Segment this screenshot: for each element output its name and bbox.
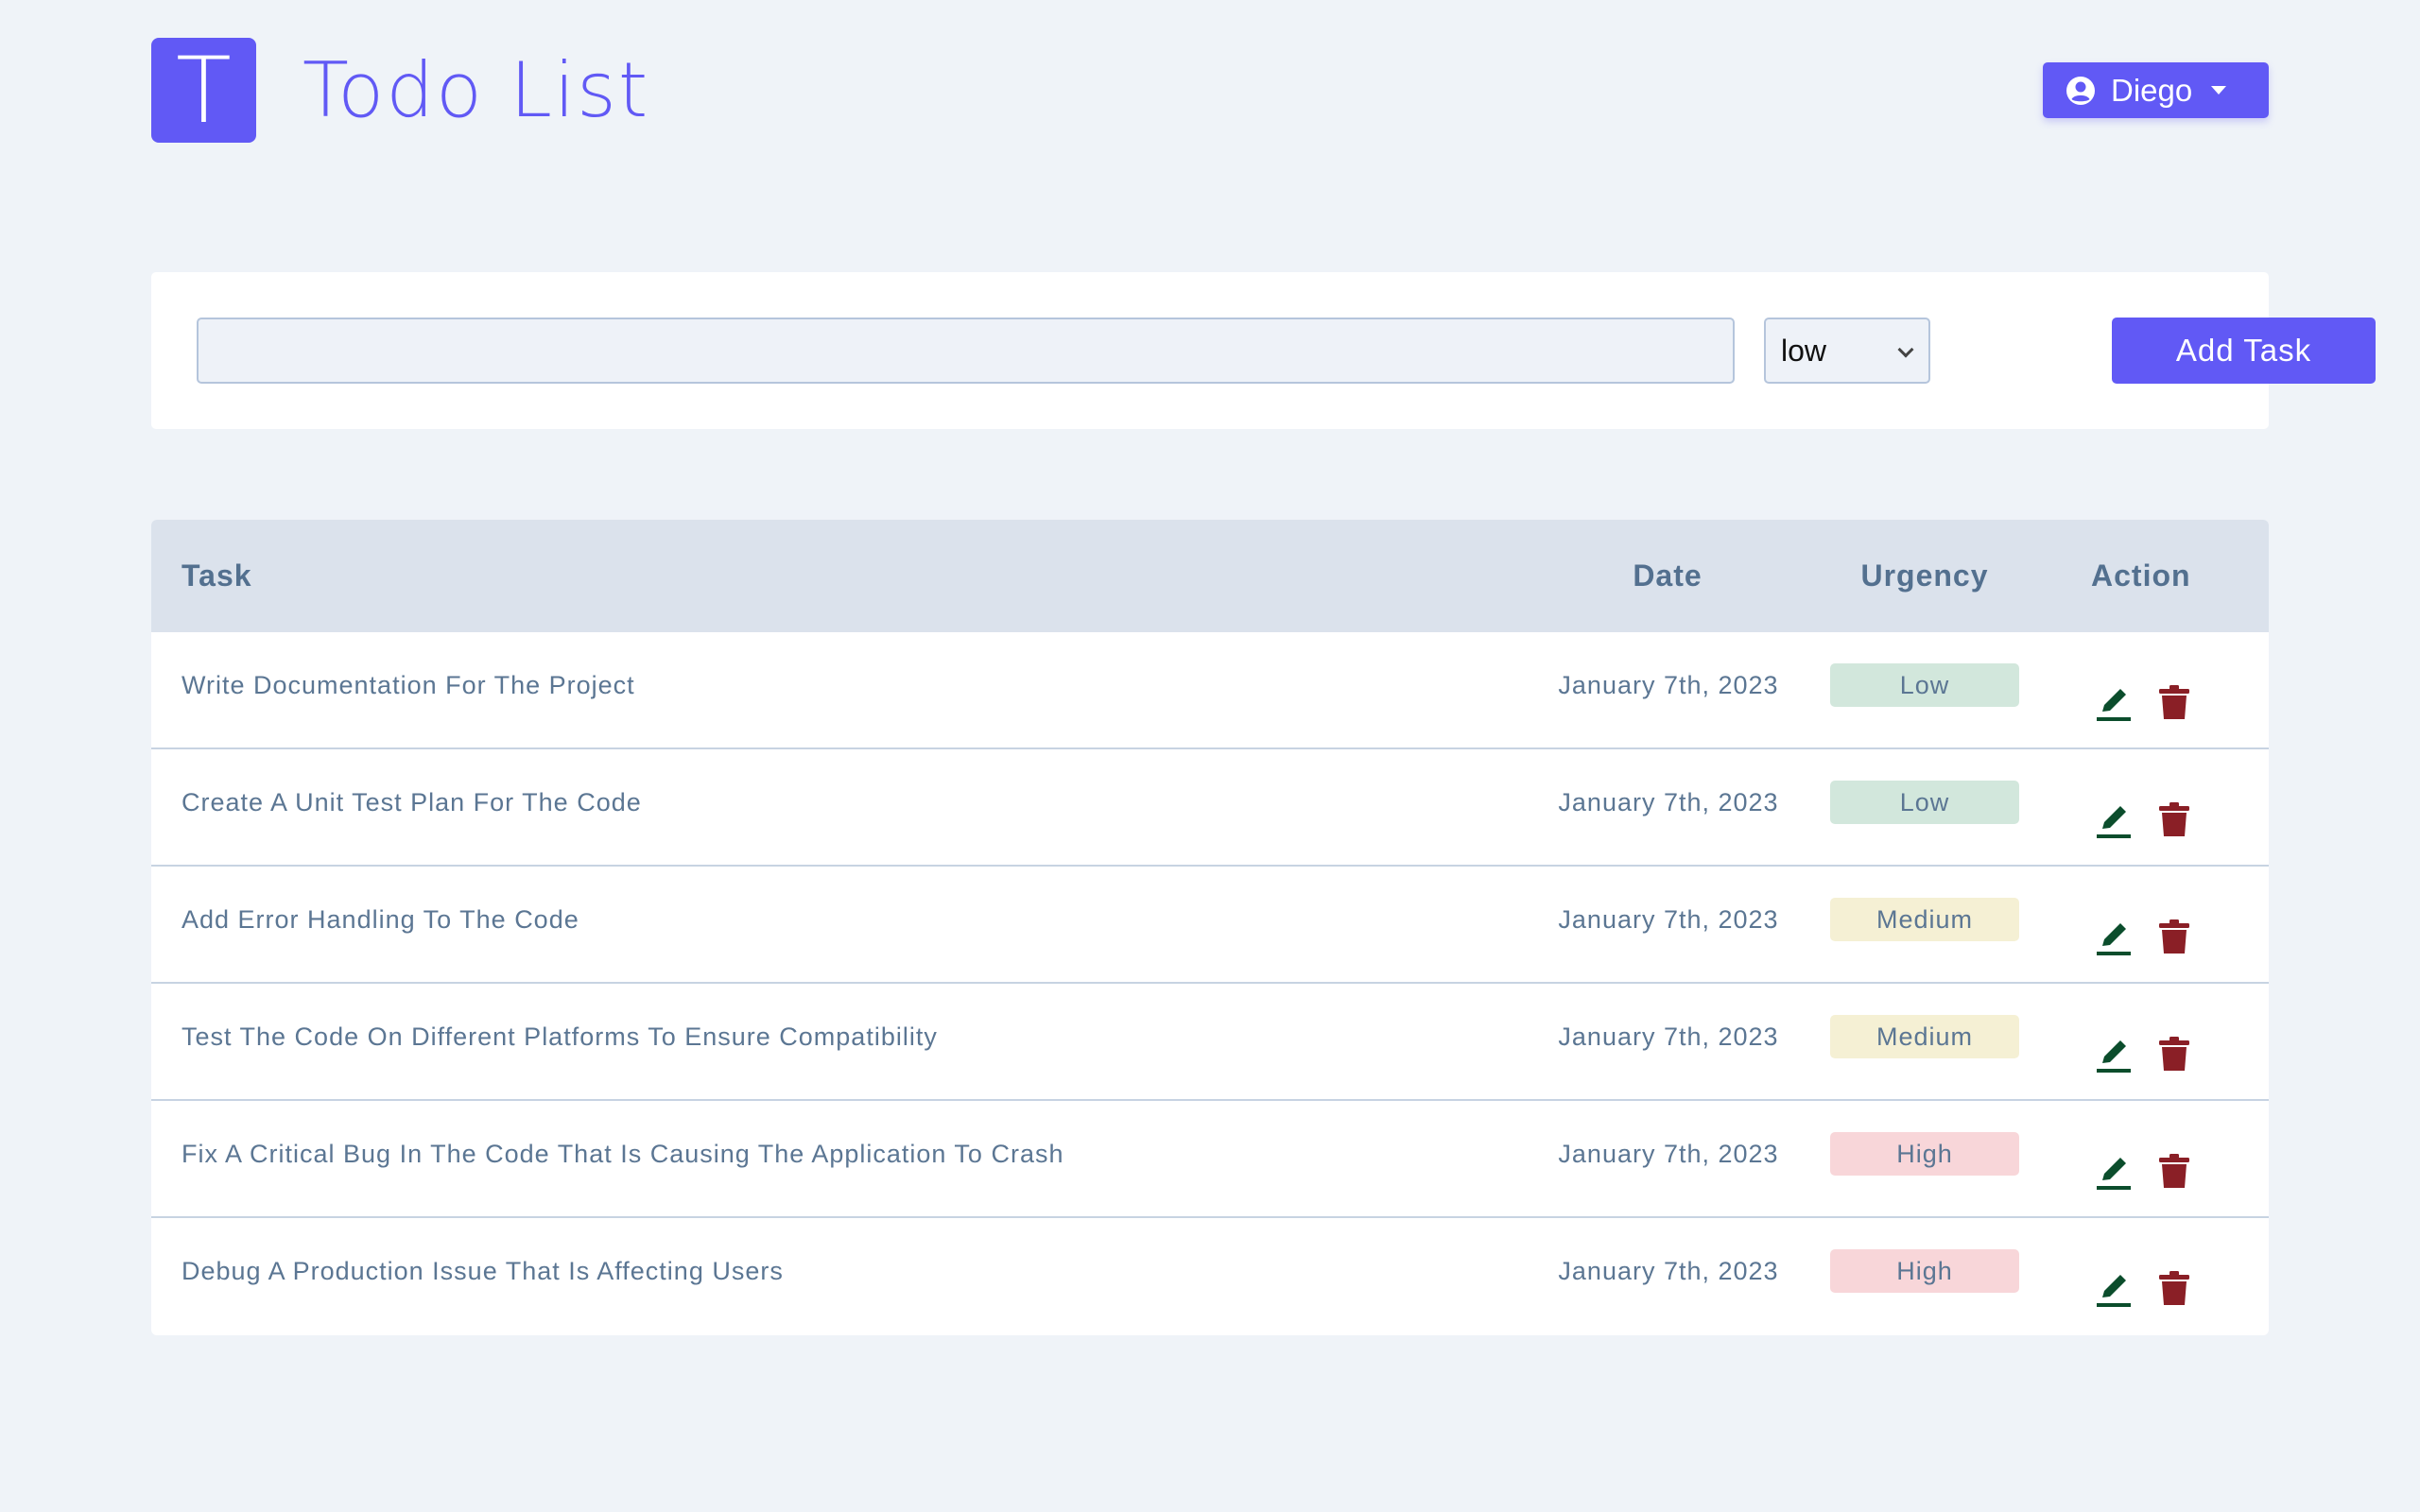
action-cell <box>2095 1112 2193 1229</box>
action-cell <box>2095 761 2193 878</box>
pencil-icon <box>2097 1158 2131 1190</box>
task-input[interactable] <box>197 318 1735 384</box>
pencil-icon <box>2097 923 2131 955</box>
column-header-date: Date <box>1633 558 1703 593</box>
task-date: January 7th, 2023 <box>1558 904 1779 934</box>
pencil-icon <box>2097 1275 2131 1307</box>
task-table: Task Date Urgency Action Write Documenta… <box>151 520 2269 1335</box>
logo-letter: T <box>176 37 232 144</box>
table-row: Create A Unit Test Plan For The Code Jan… <box>151 749 2269 867</box>
trash-icon <box>2159 1037 2189 1071</box>
table-row: Add Error Handling To The Code January 7… <box>151 867 2269 984</box>
task-date: January 7th, 2023 <box>1558 1139 1779 1168</box>
user-name: Diego <box>2111 72 2193 108</box>
task-date: January 7th, 2023 <box>1558 670 1779 699</box>
edit-button[interactable] <box>2095 1150 2133 1192</box>
task-name: Fix A Critical Bug In The Code That Is C… <box>182 1139 1064 1168</box>
table-row: Debug A Production Issue That Is Affecti… <box>151 1218 2269 1335</box>
chevron-down-icon <box>1897 341 1914 358</box>
task-name: Create A Unit Test Plan For The Code <box>182 787 642 816</box>
delete-button[interactable] <box>2155 1267 2193 1309</box>
trash-icon <box>2159 1271 2189 1305</box>
user-menu-button[interactable]: Diego <box>2043 62 2269 118</box>
urgency-badge: Medium <box>1830 898 2019 941</box>
trash-icon <box>2159 919 2189 954</box>
task-name: Debug A Production Issue That Is Affecti… <box>182 1256 784 1285</box>
urgency-badge: Medium <box>1830 1015 2019 1058</box>
urgency-badge: High <box>1830 1249 2019 1293</box>
table-body: Write Documentation For The Project Janu… <box>151 632 2269 1335</box>
pencil-icon <box>2097 689 2131 721</box>
table-row: Write Documentation For The Project Janu… <box>151 632 2269 749</box>
user-circle-icon <box>2066 76 2095 105</box>
chevron-down-icon <box>2211 86 2227 94</box>
trash-icon <box>2159 1154 2189 1188</box>
edit-button[interactable] <box>2095 681 2133 723</box>
delete-button[interactable] <box>2155 1033 2193 1074</box>
add-task-button[interactable]: Add Task <box>2112 318 2376 384</box>
column-header-urgency: Urgency <box>1860 558 1989 593</box>
urgency-badge: High <box>1830 1132 2019 1176</box>
urgency-select[interactable]: low <box>1764 318 1930 384</box>
delete-button[interactable] <box>2155 799 2193 840</box>
edit-button[interactable] <box>2095 799 2133 840</box>
todo-app: T Todo List Diego low Add Task Task Date… <box>0 0 2420 1512</box>
app-title: Todo List <box>302 46 650 134</box>
action-cell <box>2095 1229 2193 1335</box>
urgency-badge: Low <box>1830 781 2019 824</box>
urgency-cell: Low <box>1830 744 2019 861</box>
task-date: January 7th, 2023 <box>1558 787 1779 816</box>
delete-button[interactable] <box>2155 1150 2193 1192</box>
urgency-cell: Medium <box>1830 861 2019 978</box>
table-row: Test The Code On Different Platforms To … <box>151 984 2269 1101</box>
urgency-cell: Low <box>1830 627 2019 744</box>
pencil-icon <box>2097 1040 2131 1073</box>
delete-button[interactable] <box>2155 916 2193 957</box>
table-header: Task Date Urgency Action <box>151 520 2269 632</box>
urgency-selected-value: low <box>1781 333 1827 368</box>
trash-icon <box>2159 802 2189 836</box>
task-name: Add Error Handling To The Code <box>182 904 579 934</box>
trash-icon <box>2159 685 2189 719</box>
edit-button[interactable] <box>2095 916 2133 957</box>
delete-button[interactable] <box>2155 681 2193 723</box>
task-name: Test The Code On Different Platforms To … <box>182 1022 938 1051</box>
action-cell <box>2095 878 2193 995</box>
pencil-icon <box>2097 806 2131 838</box>
edit-button[interactable] <box>2095 1267 2133 1309</box>
task-name: Write Documentation For The Project <box>182 670 635 699</box>
task-date: January 7th, 2023 <box>1558 1256 1779 1285</box>
urgency-badge: Low <box>1830 663 2019 707</box>
task-date: January 7th, 2023 <box>1558 1022 1779 1051</box>
table-row: Fix A Critical Bug In The Code That Is C… <box>151 1101 2269 1218</box>
action-cell <box>2095 644 2193 761</box>
column-header-task: Task <box>182 558 252 593</box>
column-header-action: Action <box>2091 558 2191 593</box>
action-cell <box>2095 995 2193 1112</box>
urgency-cell: High <box>1830 1212 2019 1330</box>
urgency-cell: Medium <box>1830 978 2019 1095</box>
add-task-form: low Add Task <box>151 272 2376 429</box>
app-logo: T <box>151 37 256 144</box>
urgency-cell: High <box>1830 1095 2019 1212</box>
edit-button[interactable] <box>2095 1033 2133 1074</box>
